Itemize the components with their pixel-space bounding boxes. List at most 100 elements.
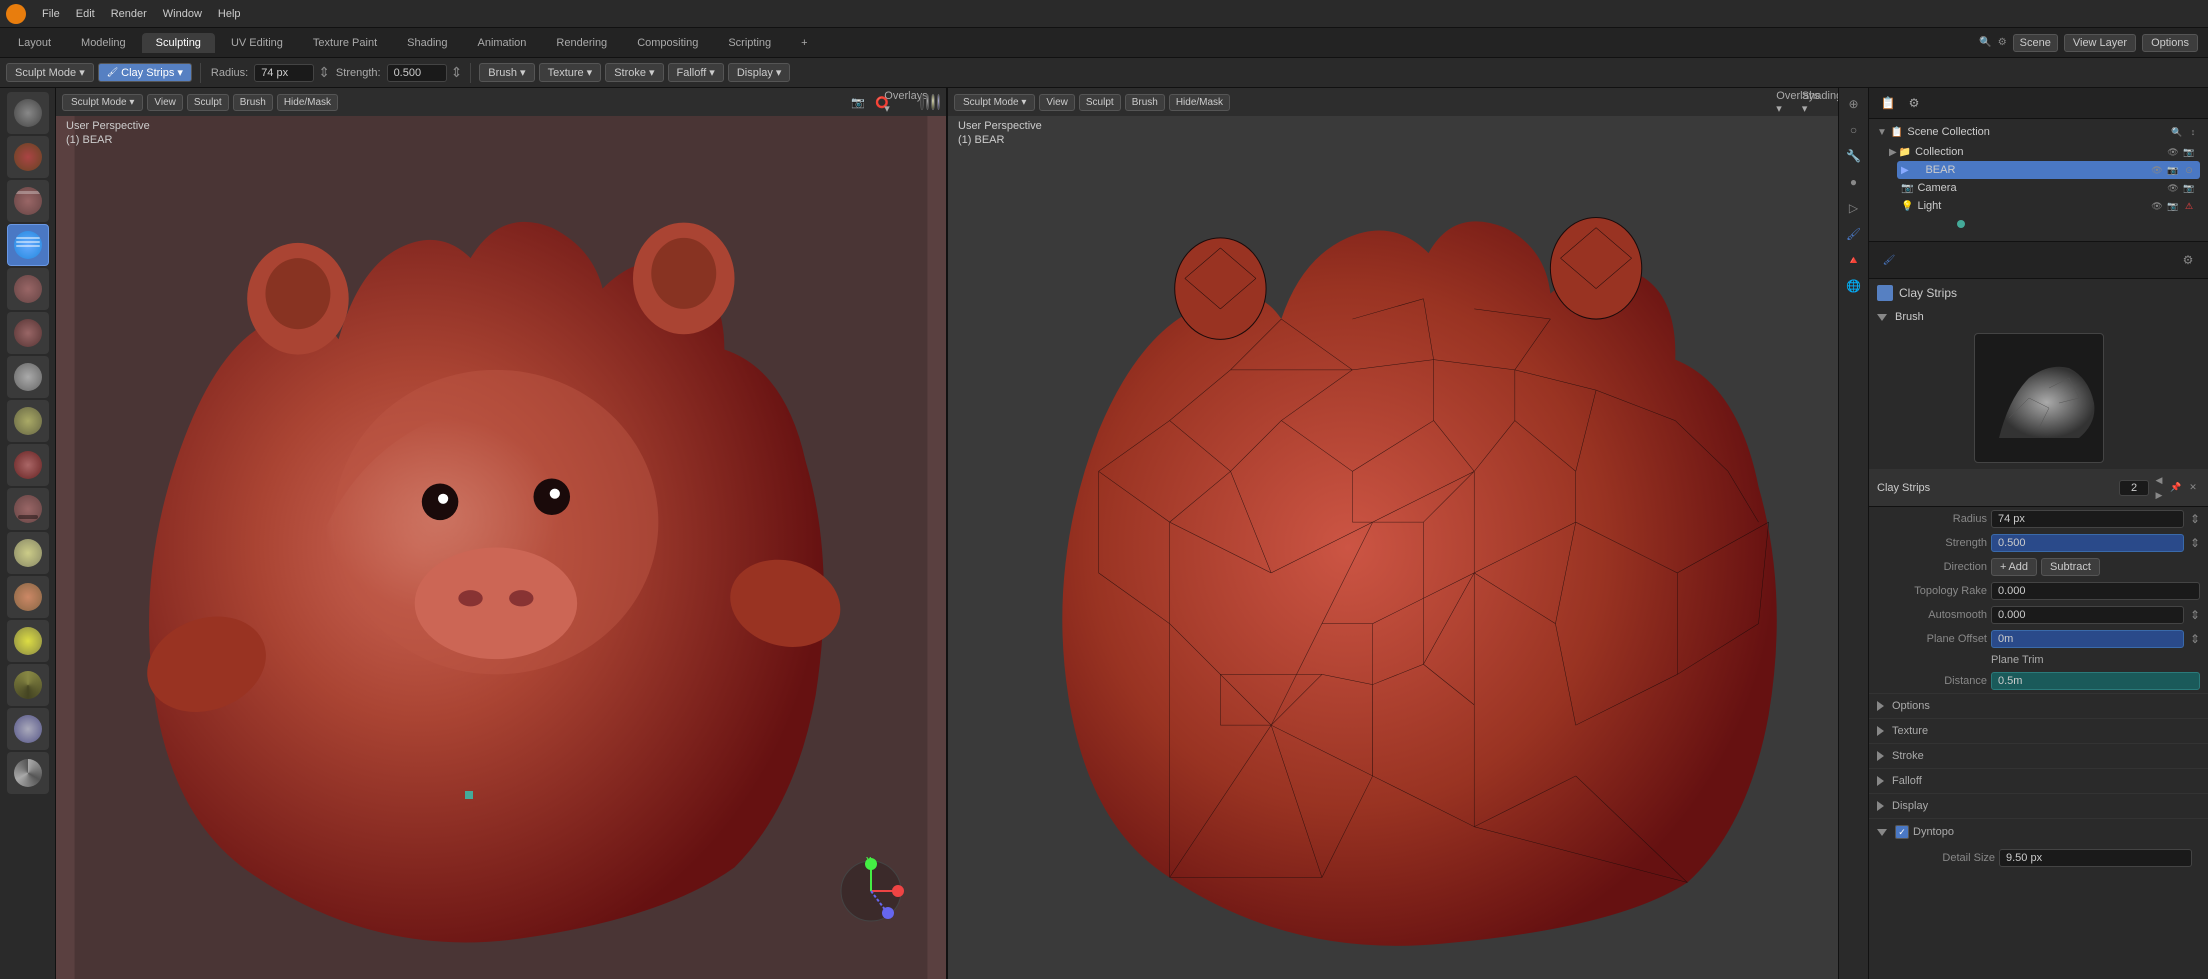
- vp1-sculpt-btn[interactable]: Sculpt: [187, 94, 229, 111]
- col-render-icon[interactable]: 📷: [2182, 145, 2196, 159]
- vp1-cam-icon[interactable]: 📷: [848, 92, 868, 112]
- tool-btn-14[interactable]: [7, 664, 49, 706]
- vp1-canvas[interactable]: X Y Z: [56, 116, 946, 979]
- vp2-hidemask-btn[interactable]: Hide/Mask: [1169, 94, 1230, 111]
- collection-item-bear[interactable]: ▶ ⬡ BEAR 👁 📷 ⊙: [1897, 161, 2200, 179]
- stroke-header[interactable]: Stroke: [1877, 747, 2200, 765]
- tool-btn-15[interactable]: [7, 708, 49, 750]
- tool-btn-7[interactable]: [7, 356, 49, 398]
- tab-layout[interactable]: Layout: [4, 33, 65, 53]
- stroke-btn[interactable]: Stroke ▾: [605, 63, 663, 82]
- cs-close-icon[interactable]: ✕: [2186, 481, 2200, 495]
- ri-world[interactable]: 🌐: [1842, 274, 1866, 298]
- radius-stepper[interactable]: ⇕: [2190, 512, 2200, 526]
- display-btn[interactable]: Display ▾: [728, 63, 791, 82]
- scene-selector[interactable]: Scene: [2013, 34, 2058, 52]
- vp2-view-btn[interactable]: View: [1039, 94, 1075, 111]
- tool-btn-10[interactable]: [7, 488, 49, 530]
- ri-scene[interactable]: 🔺: [1842, 248, 1866, 272]
- collection-item-camera[interactable]: 📷 Camera 👁 📷: [1897, 179, 2200, 197]
- light-error-icon[interactable]: ⚠: [2182, 199, 2196, 213]
- vp1-brush-btn[interactable]: Brush: [233, 94, 273, 111]
- vp1-shading-icons[interactable]: [920, 92, 940, 112]
- ri-object[interactable]: ○: [1842, 118, 1866, 142]
- brush-selector[interactable]: 🖌 Clay Strips ▾: [98, 63, 192, 82]
- strength-prop-value[interactable]: 0.500: [1991, 534, 2184, 552]
- tab-animation[interactable]: Animation: [464, 33, 541, 53]
- bear-viewport-icon[interactable]: ⊙: [2182, 163, 2196, 177]
- menu-window[interactable]: Window: [155, 6, 210, 22]
- col-eye-icon[interactable]: 👁: [2166, 145, 2180, 159]
- tool-btn-6[interactable]: [7, 312, 49, 354]
- strength-input[interactable]: [387, 64, 447, 82]
- topo-rake-value[interactable]: 0.000: [1991, 582, 2200, 600]
- autosmooth-stepper[interactable]: ⇕: [2190, 608, 2200, 622]
- ri-material[interactable]: ●: [1842, 170, 1866, 194]
- tab-shading[interactable]: Shading: [393, 33, 461, 53]
- vp1-mode-btn[interactable]: Sculpt Mode ▾: [62, 94, 143, 111]
- menu-render[interactable]: Render: [103, 6, 155, 22]
- cs-pin-icon[interactable]: 📌: [2169, 481, 2183, 495]
- cs-prev-icon[interactable]: ◀: [2152, 473, 2166, 487]
- sculpt-mode-btn[interactable]: Sculpt Mode ▾: [6, 63, 94, 82]
- ri-brush[interactable]: 🖌: [1842, 222, 1866, 246]
- direction-add-btn[interactable]: + Add: [1991, 558, 2037, 576]
- falloff-header[interactable]: Falloff: [1877, 772, 2200, 790]
- radius-input[interactable]: [254, 64, 314, 82]
- strength-stepper[interactable]: ⇕: [2190, 536, 2200, 550]
- brush-btn[interactable]: Brush ▾: [479, 63, 534, 82]
- sc-filter-icon[interactable]: 🔍: [2170, 125, 2184, 139]
- tab-add[interactable]: +: [787, 33, 821, 53]
- options-button[interactable]: Options: [2142, 34, 2198, 52]
- panel-props-icon[interactable]: ⚙: [2176, 248, 2200, 272]
- tool-btn-1[interactable]: [7, 92, 49, 134]
- panel-btn-outliner[interactable]: 📋: [1877, 92, 1899, 114]
- menu-help[interactable]: Help: [210, 6, 249, 22]
- tab-uv-editing[interactable]: UV Editing: [217, 33, 297, 53]
- blender-logo[interactable]: [6, 4, 26, 24]
- tool-btn-8[interactable]: [7, 400, 49, 442]
- options-header[interactable]: Options: [1877, 697, 2200, 715]
- ri-transform[interactable]: ⊕: [1842, 92, 1866, 116]
- tool-btn-clay-strips[interactable]: [7, 224, 49, 266]
- detail-size-value[interactable]: 9.50 px: [1999, 849, 2192, 867]
- vp2-brush-btn[interactable]: Brush: [1125, 94, 1165, 111]
- cam-eye-icon[interactable]: 👁: [2166, 181, 2180, 195]
- tool-btn-9[interactable]: [7, 444, 49, 486]
- texture-btn[interactable]: Texture ▾: [539, 63, 602, 82]
- cs-next-icon[interactable]: ▶: [2152, 488, 2166, 502]
- plane-offset-value[interactable]: 0m: [1991, 630, 2184, 648]
- dyntopo-checkbox[interactable]: ✓: [1895, 825, 1909, 839]
- tool-btn-12[interactable]: [7, 576, 49, 618]
- tab-compositing[interactable]: Compositing: [623, 33, 712, 53]
- ri-modifier[interactable]: 🔧: [1842, 144, 1866, 168]
- tab-scripting[interactable]: Scripting: [714, 33, 785, 53]
- view-layer-selector[interactable]: View Layer: [2064, 34, 2136, 52]
- bear-render-icon[interactable]: 📷: [2166, 163, 2180, 177]
- plane-offset-stepper[interactable]: ⇕: [2190, 632, 2200, 646]
- vp1-view-btn[interactable]: View: [147, 94, 183, 111]
- falloff-btn[interactable]: Falloff ▾: [668, 63, 724, 82]
- vp1-overlays-btn[interactable]: Overlays ▾: [896, 92, 916, 112]
- tool-btn-2[interactable]: [7, 136, 49, 178]
- light-eye-icon[interactable]: 👁: [2150, 199, 2164, 213]
- radius-adjust[interactable]: ⇕: [318, 64, 330, 81]
- tool-btn-13[interactable]: [7, 620, 49, 662]
- clay-strips-number[interactable]: [2119, 480, 2149, 496]
- brush-panel-icon[interactable]: 🖌: [1877, 248, 1901, 272]
- menu-file[interactable]: File: [34, 6, 68, 22]
- collection-item-light[interactable]: 💡 Light 👁 📷 ⚠: [1897, 197, 2200, 215]
- brush-section-header[interactable]: Brush: [1869, 307, 2208, 327]
- radius-prop-value[interactable]: 74 px: [1991, 510, 2184, 528]
- tab-modeling[interactable]: Modeling: [67, 33, 140, 53]
- strength-adjust[interactable]: ⇕: [451, 64, 463, 81]
- distance-value[interactable]: 0.5m: [1991, 672, 2200, 690]
- cam-render-icon[interactable]: 📷: [2182, 181, 2196, 195]
- dyntopo-header[interactable]: ✓ Dyntopo: [1877, 822, 2200, 842]
- vp2-mode-btn[interactable]: Sculpt Mode ▾: [954, 94, 1035, 111]
- light-render-icon[interactable]: 📷: [2166, 199, 2180, 213]
- vp1-hidemask-btn[interactable]: Hide/Mask: [277, 94, 338, 111]
- menu-edit[interactable]: Edit: [68, 6, 103, 22]
- display-header[interactable]: Display: [1877, 797, 2200, 815]
- ri-data[interactable]: ▷: [1842, 196, 1866, 220]
